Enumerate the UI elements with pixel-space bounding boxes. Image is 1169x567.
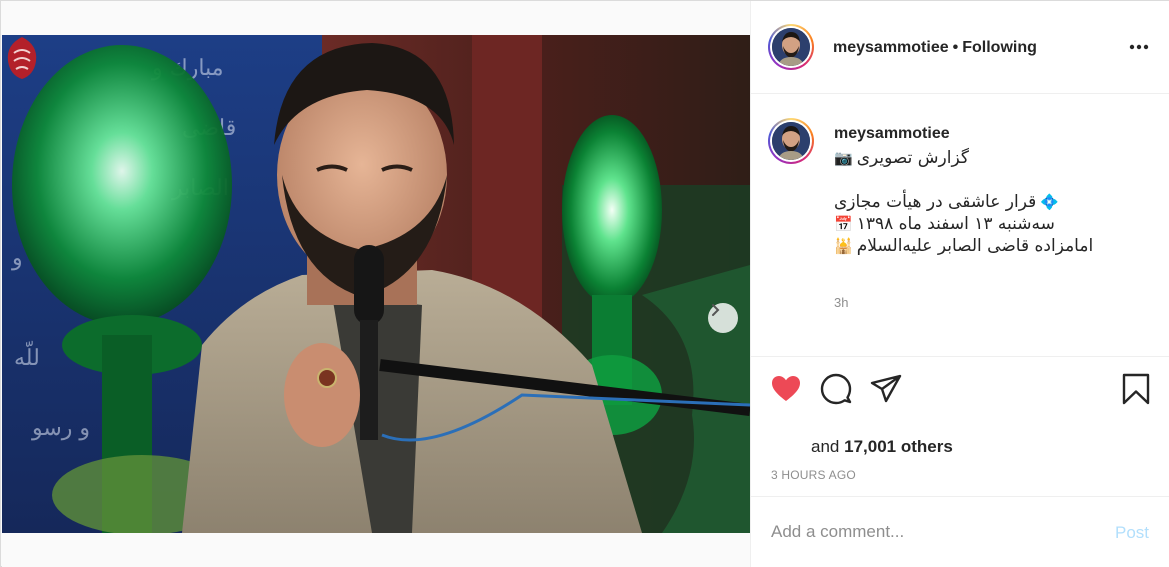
carousel-next-button[interactable] xyxy=(708,303,738,333)
caption-line: 🕌 امامزاده قاضی الصابر علیه‌السلام xyxy=(834,235,1093,257)
likes-prefix: and xyxy=(811,437,840,456)
more-horizontal-icon[interactable] xyxy=(1127,37,1151,57)
comment-composer: Post xyxy=(751,496,1169,567)
post-actions xyxy=(751,358,1169,418)
likes-count: 17,001 xyxy=(844,437,897,456)
post-sidebar: meysammotiee • Following meysammotiee 📷 … xyxy=(750,1,1169,567)
media-top-letterbox xyxy=(2,2,750,35)
post-media[interactable]: مبارك و قاضى الصابر و للّه و رسو xyxy=(2,35,750,533)
mosque-icon: 🕌 xyxy=(834,237,853,255)
media-bottom-letterbox xyxy=(2,533,750,567)
post-frame: مبارك و قاضى الصابر و للّه و رسو xyxy=(0,0,1169,567)
diamond-icon: 💠 xyxy=(1040,193,1059,211)
likes-summary[interactable]: and 17,001 others xyxy=(811,437,953,457)
heart-filled-icon[interactable] xyxy=(769,372,803,406)
watermark-logo xyxy=(7,37,37,79)
caption-line-text: امامزاده قاضی الصابر علیه‌السلام xyxy=(856,236,1094,256)
caption-relative-time: 3h xyxy=(834,295,849,310)
caption-line-text: سه‌شنبه ۱۳ اسفند ماه ۱۳۹۸ xyxy=(856,214,1055,234)
caption-line: 📅 سه‌شنبه ۱۳ اسفند ماه ۱۳۹۸ xyxy=(834,213,1093,235)
post-header: meysammotiee • Following xyxy=(751,1,1169,94)
post-caption: meysammotiee 📷 گزارش تصویری قرار عاشقی در… xyxy=(751,95,1169,357)
avatar-image xyxy=(772,28,810,66)
avatar[interactable] xyxy=(768,24,814,70)
comment-input[interactable] xyxy=(771,519,1071,545)
svg-text:و: و xyxy=(11,246,23,271)
caption-line: 📷 گزارش تصویری xyxy=(834,147,1093,169)
post-comment-button[interactable]: Post xyxy=(1115,523,1149,543)
post-author: meysammotiee • Following xyxy=(833,39,1037,57)
follow-status-button[interactable]: Following xyxy=(962,39,1037,56)
caption-username[interactable]: meysammotiee xyxy=(834,125,950,143)
caption-avatar[interactable] xyxy=(768,118,814,164)
caption-line-text: گزارش تصویری xyxy=(856,148,969,168)
caption-line-text: قرار عاشقی در هیأت مجازی xyxy=(834,192,1037,212)
chevron-right-icon xyxy=(712,304,720,316)
comment-icon[interactable] xyxy=(819,372,853,406)
separator-dot: • xyxy=(952,39,959,56)
caption-text: 📷 گزارش تصویری قرار عاشقی در هیأت مجازی 💠 … xyxy=(834,147,1093,257)
paper-plane-icon[interactable] xyxy=(869,372,903,406)
avatar-image xyxy=(772,122,810,160)
post-timestamp[interactable]: 3 HOURS AGO xyxy=(771,468,856,482)
bookmark-icon[interactable] xyxy=(1119,372,1153,406)
camera-icon: 📷 xyxy=(834,149,853,167)
post-photo: مبارك و قاضى الصابر و للّه و رسو xyxy=(2,35,750,533)
svg-text:و رسو: و رسو xyxy=(31,416,90,441)
author-username[interactable]: meysammotiee xyxy=(833,39,949,56)
calendar-icon: 📅 xyxy=(834,215,853,233)
likes-suffix: others xyxy=(900,437,953,456)
caption-line: قرار عاشقی در هیأت مجازی 💠 xyxy=(834,191,1093,213)
